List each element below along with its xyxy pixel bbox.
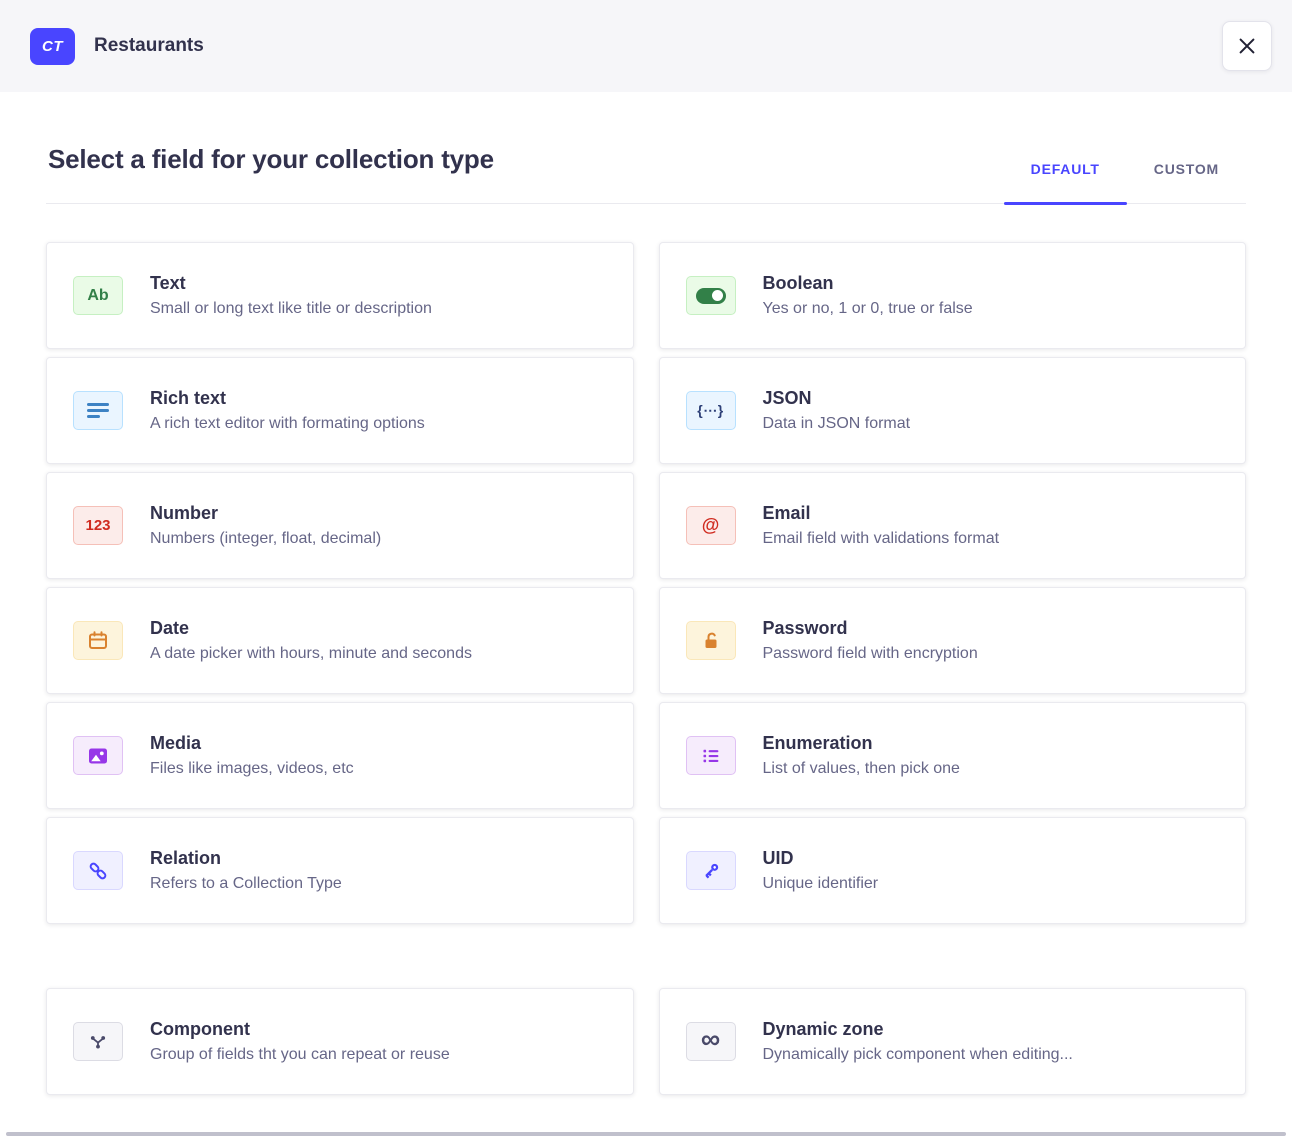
field-card-description: Refers to a Collection Type: [150, 875, 342, 893]
field-card-text: Password Password field with encryption: [763, 618, 978, 663]
field-card-description: List of values, then pick one: [763, 760, 960, 778]
dynamiczone-icon: ∞: [686, 1022, 736, 1061]
field-card-title: Enumeration: [763, 733, 960, 754]
field-card-text: Text Small or long text like title or des…: [150, 273, 432, 318]
close-button[interactable]: [1222, 21, 1272, 71]
field-card-boolean[interactable]: Boolean Yes or no, 1 or 0, true or false: [659, 242, 1247, 349]
uid-icon: [686, 851, 736, 890]
tabs: DEFAULT CUSTOM: [1004, 161, 1246, 203]
field-card-title: Dynamic zone: [763, 1019, 1073, 1040]
field-card-number[interactable]: 123 Number Numbers (integer, float, decima…: [46, 472, 634, 579]
password-icon: [686, 621, 736, 660]
modal-header: CT Restaurants: [0, 0, 1292, 92]
field-card-text: Date A date picker with hours, minute and…: [150, 618, 472, 663]
json-icon: {⋯}: [686, 391, 736, 430]
field-grid-advanced: Component Group of fields tht you can rep…: [46, 988, 1246, 1095]
collection-title: Restaurants: [94, 35, 204, 57]
modal-body: Select a field for your collection type …: [0, 144, 1292, 1095]
field-card-title: JSON: [763, 388, 911, 409]
field-card-text: JSON Data in JSON format: [763, 388, 911, 433]
field-card-title: Component: [150, 1019, 450, 1040]
text-icon: Ab: [73, 276, 123, 315]
tab-custom[interactable]: CUSTOM: [1127, 161, 1246, 203]
field-card-text: Component Group of fields tht you can rep…: [150, 1019, 450, 1064]
field-card-description: Email field with validations format: [763, 530, 1000, 548]
page-title: Select a field for your collection type: [48, 144, 494, 175]
field-card-description: Dynamically pick component when editing.…: [763, 1046, 1073, 1064]
page-head: Select a field for your collection type …: [46, 144, 1246, 204]
field-card-date[interactable]: Date A date picker with hours, minute and…: [46, 587, 634, 694]
field-card-uid[interactable]: UID Unique identifier: [659, 817, 1247, 924]
field-card-text: UID Unique identifier: [763, 848, 879, 893]
field-card-description: Files like images, videos, etc: [150, 760, 354, 778]
tab-default[interactable]: DEFAULT: [1004, 161, 1127, 203]
field-card-description: Password field with encryption: [763, 645, 978, 663]
field-card-title: Email: [763, 503, 1000, 524]
field-card-description: Numbers (integer, float, decimal): [150, 530, 381, 548]
relation-icon: [73, 851, 123, 890]
component-icon: [73, 1022, 123, 1061]
field-card-text: Email Email field with validations format: [763, 503, 1000, 548]
field-card-text: Boolean Yes or no, 1 or 0, true or false: [763, 273, 973, 318]
email-icon: @: [686, 506, 736, 545]
field-card-title: Number: [150, 503, 381, 524]
field-card-description: A rich text editor with formating option…: [150, 415, 425, 433]
field-card-text[interactable]: Ab Text Small or long text like title or d…: [46, 242, 634, 349]
bottom-divider: [6, 1132, 1286, 1136]
field-card-title: Text: [150, 273, 432, 294]
richtext-icon: [73, 391, 123, 430]
field-card-component[interactable]: Component Group of fields tht you can rep…: [46, 988, 634, 1095]
field-card-description: Data in JSON format: [763, 415, 911, 433]
collection-type-badge: CT: [30, 28, 75, 65]
field-card-description: Small or long text like title or descrip…: [150, 300, 432, 318]
field-card-title: Relation: [150, 848, 342, 869]
field-card-text: Dynamic zone Dynamically pick component w…: [763, 1019, 1073, 1064]
field-card-relation[interactable]: Relation Refers to a Collection Type: [46, 817, 634, 924]
field-card-description: A date picker with hours, minute and sec…: [150, 645, 472, 663]
media-icon: [73, 736, 123, 775]
field-card-description: Yes or no, 1 or 0, true or false: [763, 300, 973, 318]
field-card-text: Media Files like images, videos, etc: [150, 733, 354, 778]
field-card-enumeration[interactable]: Enumeration List of values, then pick one: [659, 702, 1247, 809]
field-card-text: Rich text A rich text editor with formati…: [150, 388, 425, 433]
date-icon: [73, 621, 123, 660]
enumeration-icon: [686, 736, 736, 775]
field-card-email[interactable]: @ Email Email field with validations forma…: [659, 472, 1247, 579]
field-card-title: Media: [150, 733, 354, 754]
field-card-text: Relation Refers to a Collection Type: [150, 848, 342, 893]
field-card-title: Boolean: [763, 273, 973, 294]
number-icon: 123: [73, 506, 123, 545]
field-card-title: Date: [150, 618, 472, 639]
field-card-title: UID: [763, 848, 879, 869]
boolean-icon: [686, 276, 736, 315]
field-card-title: Password: [763, 618, 978, 639]
field-card-richtext[interactable]: Rich text A rich text editor with formati…: [46, 357, 634, 464]
field-card-dynamiczone[interactable]: ∞ Dynamic zone Dynamically pick component …: [659, 988, 1247, 1095]
field-card-text: Number Numbers (integer, float, decimal): [150, 503, 381, 548]
field-card-json[interactable]: {⋯} JSON Data in JSON format: [659, 357, 1247, 464]
field-card-description: Group of fields tht you can repeat or re…: [150, 1046, 450, 1064]
field-card-media[interactable]: Media Files like images, videos, etc: [46, 702, 634, 809]
field-grid-default: Ab Text Small or long text like title or d…: [46, 242, 1246, 924]
field-card-description: Unique identifier: [763, 875, 879, 893]
field-card-title: Rich text: [150, 388, 425, 409]
close-icon: [1236, 35, 1258, 57]
field-card-password[interactable]: Password Password field with encryption: [659, 587, 1247, 694]
field-card-text: Enumeration List of values, then pick one: [763, 733, 960, 778]
